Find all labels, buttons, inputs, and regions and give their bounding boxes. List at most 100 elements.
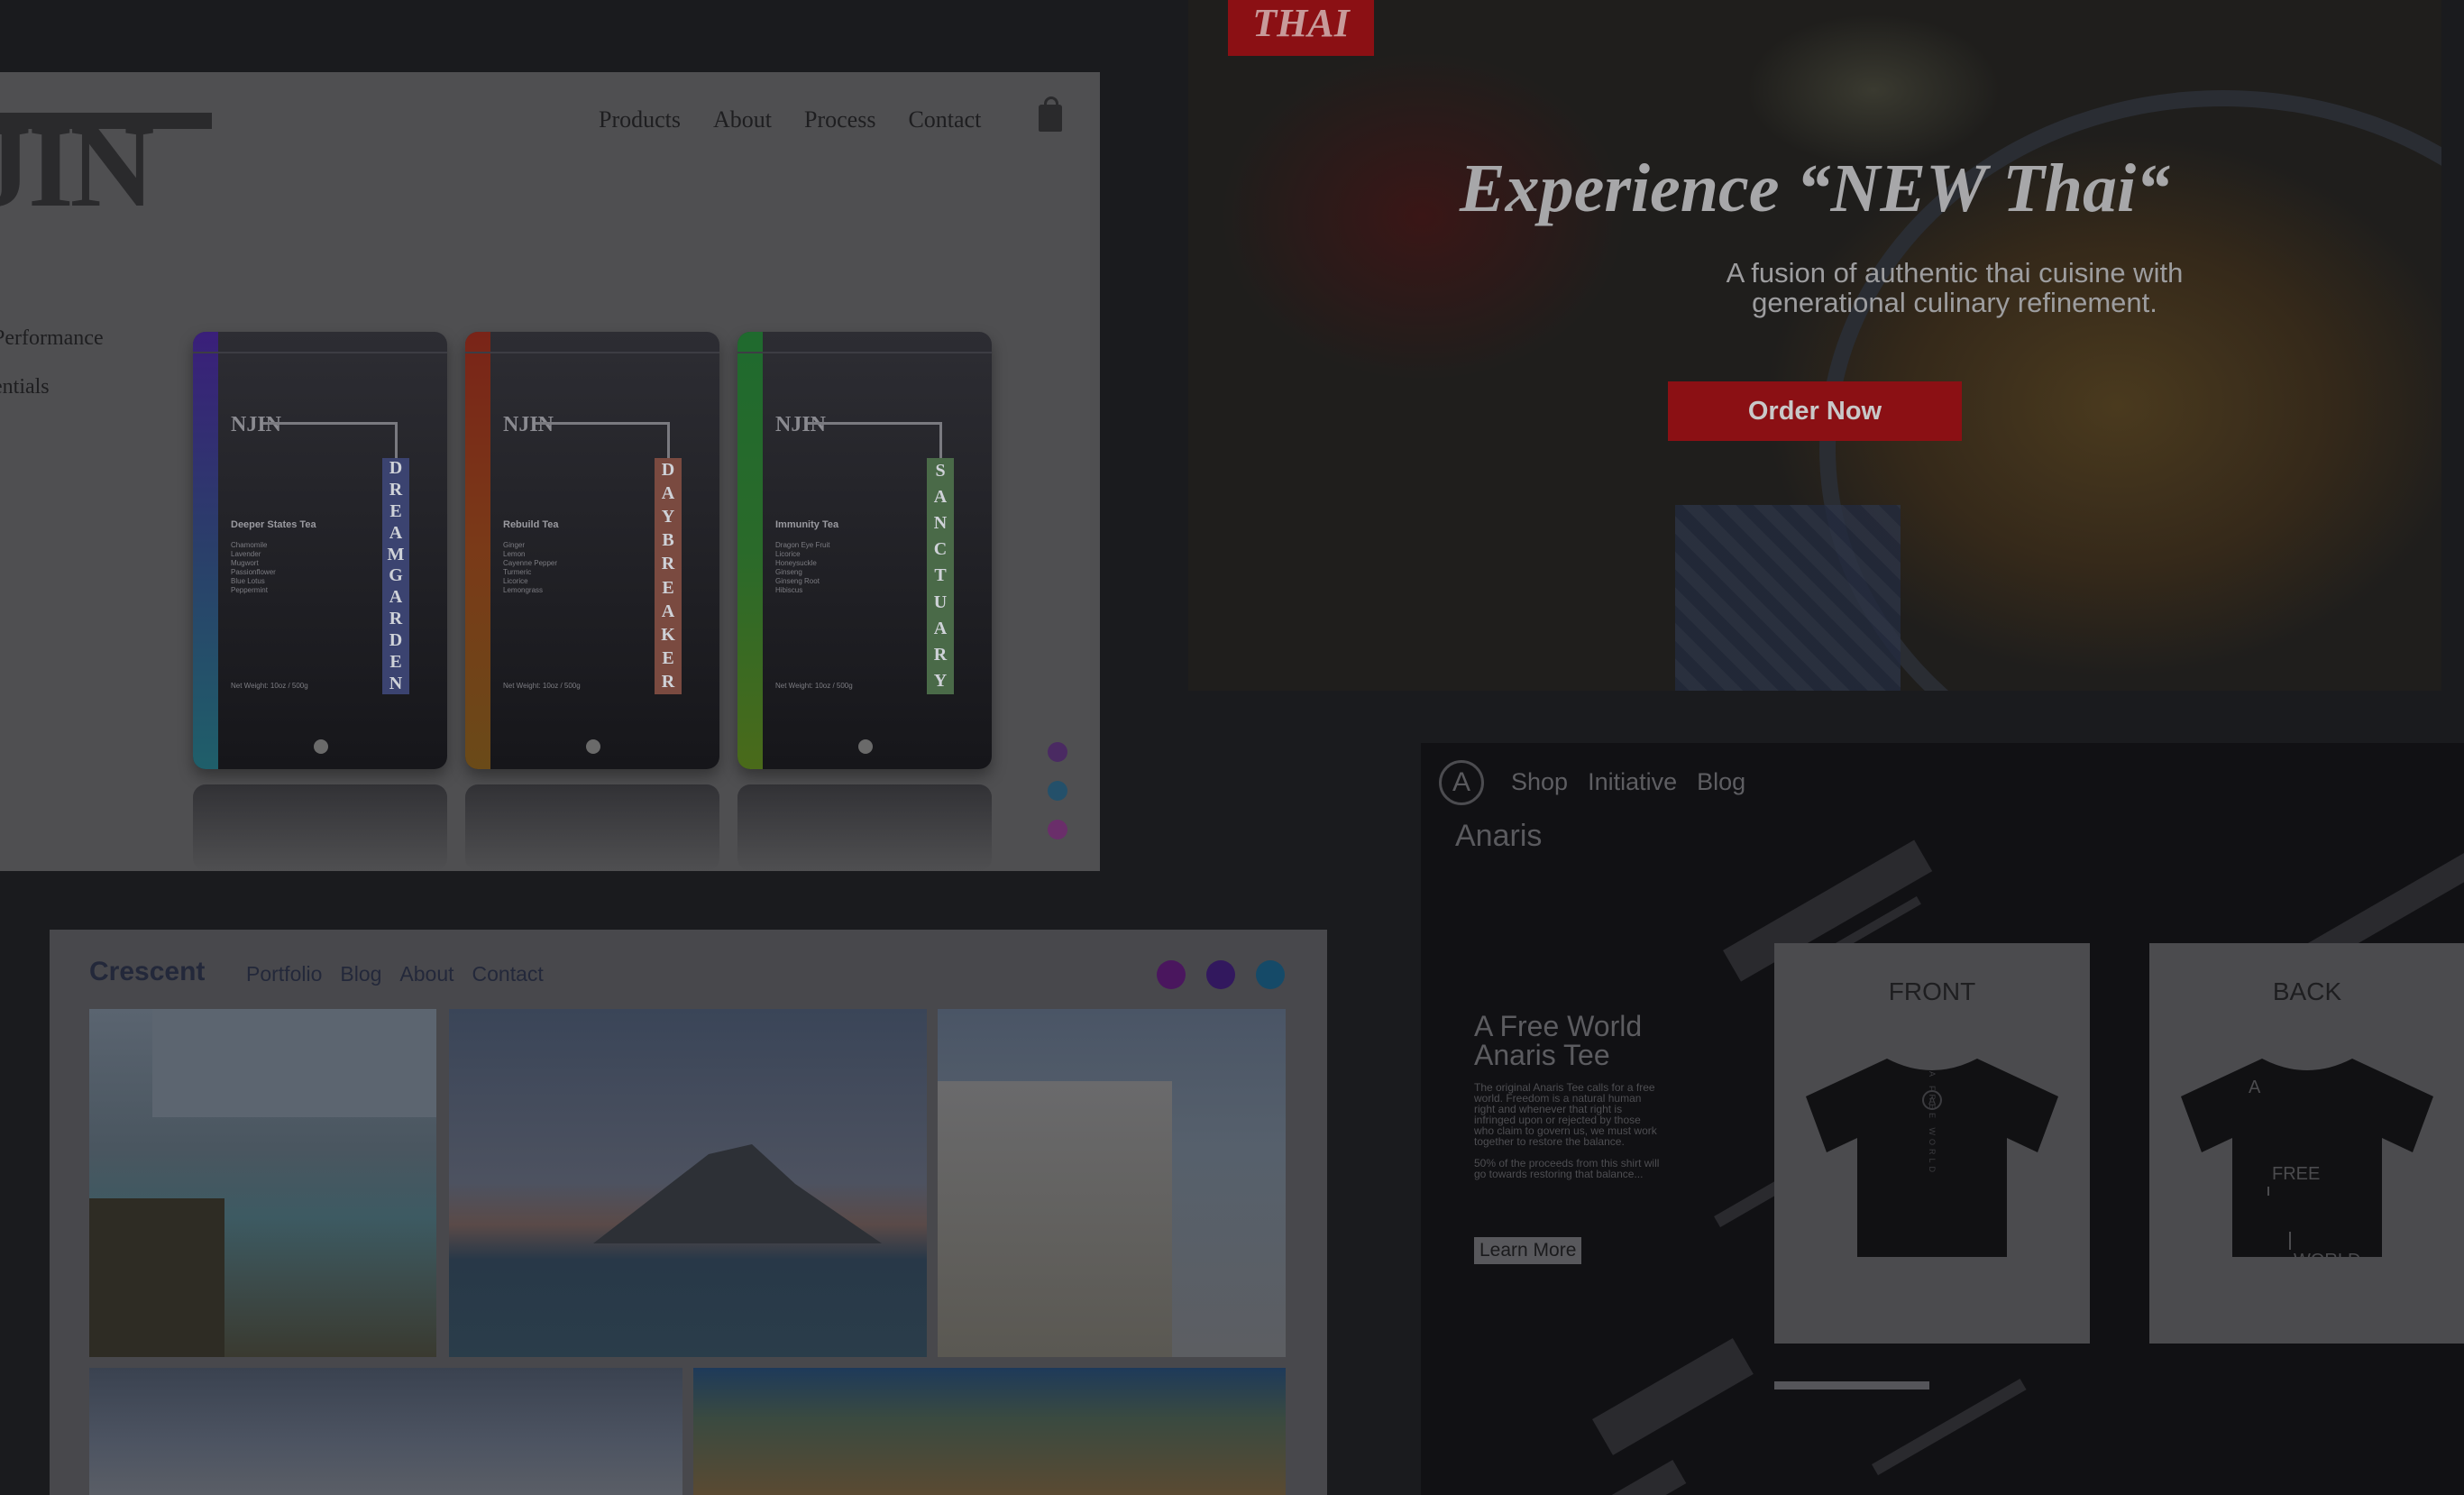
pouch-label-letter: A [661,601,675,621]
gallery-photo-snowy-hills[interactable] [89,1368,682,1495]
pouch-label-letter: A [933,487,948,508]
thai-logo-badge[interactable]: THAI [1228,0,1374,56]
pouch-hang-hole [586,739,600,754]
thai-subtitle-line: A fusion of authentic thai cuisine with [1726,257,2184,289]
tee-front-print-text: A FREE WORLD [1928,1071,1937,1176]
theme-dot-indigo[interactable] [1206,960,1235,989]
carousel-indicator[interactable] [1774,1381,1929,1390]
crescent-nav-blog[interactable]: Blog [340,962,381,986]
pouch-label-letter: G [389,565,403,586]
pouch-tea-name: Rebuild Tea [503,519,559,530]
njin-nav-about[interactable]: About [713,106,772,133]
anaris-shop-preview: A Shop Initiative Blog Anaris A Free Wor… [1421,743,2464,1495]
decor-stripe [1592,1338,1754,1455]
pouch-reflection [465,784,719,871]
crescent-nav-contact[interactable]: Contact [472,962,544,986]
pouch-label-letter: N [933,513,948,534]
pouch-label-letter: N [389,673,403,693]
pouch-label-letter: E [389,651,402,672]
pouch-weight: Net Weight: 10oz / 500g [231,682,308,690]
pouch-label-letter: E [662,648,674,669]
tea-pouch-daybreaker[interactable]: NJIN DAYBREAKER Rebuild Tea Ginger Lemon… [465,332,719,769]
anaris-nav: Shop Initiative Blog [1511,768,1745,796]
pouch-label-letter: A [389,522,403,543]
pouch-seam [737,352,992,353]
gallery-photo-cinque-terre[interactable] [693,1368,1286,1495]
pouch-tea-name: Deeper States Tea [231,519,316,530]
gallery-photo-mountain-bay[interactable] [449,1009,927,1357]
pouch-ingredients: Chamomile Lavender Mugwort Passionflower… [231,541,276,594]
color-swatch-purple[interactable] [1048,742,1067,762]
gallery-photo-coastal-village[interactable] [89,1009,436,1357]
pouch-label-letter: B [662,530,674,551]
anaris-nav-shop[interactable]: Shop [1511,768,1568,796]
theme-dot-purple[interactable] [1157,960,1186,989]
product-title: A Free World Anaris Tee [1474,1010,1643,1071]
color-swatch-blue[interactable] [1048,781,1067,801]
njin-side-link-essentials[interactable]: entials [0,375,50,399]
tea-pouch-dreamgarden[interactable]: NJIN DREAMGARDEN Deeper States Tea Chamo… [193,332,447,769]
anaris-nav-initiative[interactable]: Initiative [1588,768,1677,796]
tee-back-word: FREE [2272,1164,2320,1184]
pouch-vertical-label: SANCTUARY [927,458,954,694]
checkered-cloth-image [1675,505,1901,691]
thai-restaurant-preview: THAI Experience “NEW Thai“ A fusion of a… [1188,0,2441,691]
pouch-label-letter: D [389,629,403,650]
pouch-tea-name: Immunity Tea [775,519,839,530]
crescent-brand[interactable]: Crescent [89,957,205,987]
pouch-label-letter: R [661,672,675,692]
pouch-ingredients: Dragon Eye Fruit Licorice Honeysuckle Gi… [775,541,830,594]
pouch-hang-hole [858,739,873,754]
anaris-logo-icon[interactable]: A [1439,760,1484,805]
pouch-hang-hole [314,739,328,754]
pouch-seam [465,352,719,353]
pouch-label-letter: E [389,501,402,522]
njin-nav: Products About Process Contact [599,106,981,133]
njin-nav-products[interactable]: Products [599,106,681,133]
pouch-label-letter: Y [661,506,675,527]
pouch-frame [536,422,670,459]
gallery-photo-santorini[interactable] [938,1009,1286,1357]
njin-site-preview: JIN Products About Process Contact Perfo… [0,72,1100,871]
crescent-nav-portfolio[interactable]: Portfolio [246,962,322,986]
thai-subtitle-line: generational culinary refinement. [1752,287,2157,318]
tea-pouch-sanctuary[interactable]: NJIN SANCTUARY Immunity Tea Dragon Eye F… [737,332,992,769]
tee-back-word: A [2249,1078,2261,1097]
pouch-weight: Net Weight: 10oz / 500g [503,682,581,690]
pouch-vertical-label: DAYBREAKER [655,458,682,694]
thai-hero-title: Experience “NEW Thai“ [1459,151,2171,226]
pouch-label-letter: E [662,577,674,598]
thai-hero-subtitle: A fusion of authentic thai cuisine with … [1495,258,2414,317]
pouch-label-letter: A [389,587,403,608]
shopping-bag-icon[interactable] [1039,96,1062,132]
pouch-vertical-label: DREAMGARDEN [382,458,409,694]
njin-side-link-performance[interactable]: Performance [0,326,104,351]
anaris-brand-name: Anaris [1455,819,1543,853]
pouch-ingredients: Ginger Lemon Cayenne Pepper Turmeric Lic… [503,541,558,594]
pouch-reflection [737,784,992,871]
product-description-paragraph: 50% of the proceeds from this shirt will… [1474,1157,1660,1180]
pouch-label-letter: A [661,482,675,503]
njin-nav-contact[interactable]: Contact [908,106,981,133]
pouch-label-letter: D [661,459,675,480]
pouch-label-letter: A [933,618,948,638]
product-description-paragraph: The original Anaris Tee calls for a free… [1474,1081,1657,1148]
product-description: The original Anaris Tee calls for a free… [1474,1082,1663,1179]
tee-front-label: FRONT [1888,977,1976,1005]
pouch-frame [808,422,942,459]
tee-front-card[interactable]: FRONT A A FREE WORLD [1774,943,2090,1344]
learn-more-button[interactable]: Learn More [1474,1237,1582,1264]
pouch-label-letter: R [389,609,403,629]
anaris-nav-blog[interactable]: Blog [1697,768,1745,796]
tee-back-label: BACK [2272,977,2342,1005]
pouch-reflection [193,784,447,871]
crescent-nav-about[interactable]: About [399,962,453,986]
pouch-label-letter: C [933,539,948,560]
order-now-button[interactable]: Order Now [1668,381,1962,441]
pouch-label-letter: T [934,565,947,586]
njin-nav-process[interactable]: Process [804,106,875,133]
tee-back-card[interactable]: BACK A FREE WORLD [2149,943,2464,1344]
color-swatch-magenta[interactable] [1048,820,1067,839]
pouch-label-letter: R [933,644,948,665]
theme-dot-blue[interactable] [1256,960,1285,989]
